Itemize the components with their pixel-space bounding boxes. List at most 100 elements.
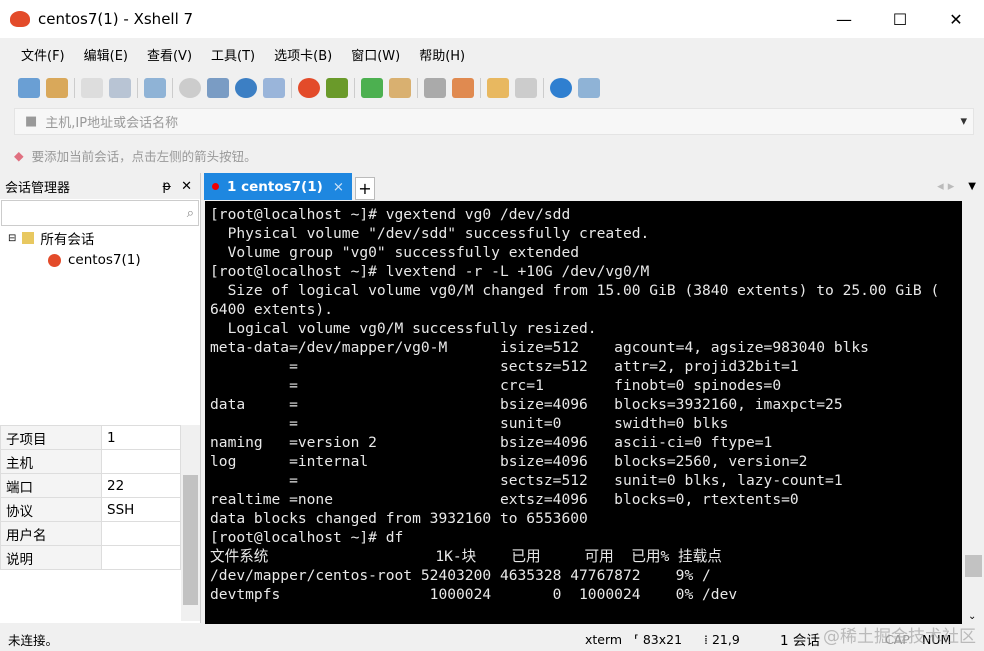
fullscreen-icon[interactable] xyxy=(361,78,383,98)
terminal-line: naming =version 2 bsize=4096 ascii-ci=0 … xyxy=(210,434,773,451)
open-folder-icon[interactable] xyxy=(46,78,68,98)
add-folder-icon[interactable] xyxy=(487,78,509,98)
add-session-hint: ◆ 要添加当前会话，点击左侧的箭头按钮。 xyxy=(14,143,257,167)
separator xyxy=(172,78,173,98)
property-key: 用户名 xyxy=(0,521,102,546)
terminal-line: data blocks changed from 3932160 to 6553… xyxy=(210,510,588,527)
minimize-button[interactable]: — xyxy=(816,0,872,38)
window-title: centos7(1) - Xshell 7 xyxy=(38,10,194,28)
transfer-icon[interactable] xyxy=(207,78,229,98)
terminal-type: xterm xyxy=(585,631,623,647)
terminal-size: ⸢ 83x21 xyxy=(634,631,683,647)
bookmark-arrow-icon[interactable]: ◆ xyxy=(14,148,24,163)
properties-scrollbar[interactable] xyxy=(181,425,200,621)
menu-edit[interactable]: 编辑(E) xyxy=(84,45,128,64)
menu-tabs[interactable]: 选项卡(B) xyxy=(274,45,332,64)
property-row: 子项目 1 xyxy=(0,425,181,450)
scroll-down-icon[interactable]: ⌄ xyxy=(968,611,976,622)
address-placeholder: 主机,IP地址或会话名称 xyxy=(45,116,179,131)
tree-item-centos7[interactable]: centos7(1) xyxy=(0,249,200,271)
collapse-icon[interactable]: ⊟ xyxy=(8,233,16,244)
property-row: 说明 xyxy=(0,545,181,570)
session-manager-panel: 会话管理器 ᵽ ✕ ⌕ ⊟ 所有会话 centos7(1) 子项目 1 主机 端口 22… xyxy=(0,173,201,623)
terminal-line: 6400 extents). xyxy=(210,301,334,318)
terminal-line: log =internal bsize=4096 blocks=2560, ve… xyxy=(210,453,808,470)
terminal-scrollbar[interactable]: ⌄ xyxy=(962,201,984,624)
keyboard-icon[interactable] xyxy=(424,78,446,98)
close-button[interactable]: ✕ xyxy=(928,0,984,38)
help-icon[interactable] xyxy=(550,78,572,98)
menu-file[interactable]: 文件(F) xyxy=(21,45,65,64)
session-tree: ⊟ 所有会话 centos7(1) xyxy=(0,227,200,271)
menu-bar: 文件(F) 编辑(E) 查看(V) 工具(T) 选项卡(B) 窗口(W) 帮助(… xyxy=(8,40,471,68)
property-value xyxy=(101,449,181,474)
property-key: 协议 xyxy=(0,497,102,522)
tab-scroll-left-icon[interactable]: ◂ ▸ xyxy=(937,179,954,194)
property-key: 说明 xyxy=(0,545,102,570)
close-panel-icon[interactable]: ✕ xyxy=(181,179,192,194)
terminal-line: [root@localhost ~]# lvextend -r -L +10G … xyxy=(210,263,650,280)
title-bar: centos7(1) - Xshell 7 — ☐ ✕ xyxy=(0,0,984,38)
tab-list-icon[interactable]: ▼ xyxy=(968,181,976,192)
property-row: 端口 22 xyxy=(0,473,181,498)
maximize-button[interactable]: ☐ xyxy=(872,0,928,38)
tree-item-all-sessions[interactable]: ⊟ 所有会话 xyxy=(0,227,200,249)
chat-icon[interactable] xyxy=(578,78,600,98)
terminal-output[interactable]: [root@localhost ~]# vgextend vg0 /dev/sd… xyxy=(205,201,962,624)
terminal-line: realtime =none extsz=4096 blocks=0, rtex… xyxy=(210,491,799,508)
session-icon xyxy=(48,253,61,267)
terminal-line: 文件系统 1K-块 已用 可用 已用% 挂载点 xyxy=(210,548,722,565)
separator xyxy=(137,78,138,98)
property-key: 端口 xyxy=(0,473,102,498)
folder-icon xyxy=(22,232,35,244)
session-properties: 子项目 1 主机 端口 22 协议 SSH 用户名 说明 xyxy=(0,425,200,621)
find-icon[interactable] xyxy=(179,78,201,98)
globe-icon[interactable] xyxy=(235,78,257,98)
terminal-line: [root@localhost ~]# df xyxy=(210,529,404,546)
pin-icon[interactable]: ᵽ xyxy=(162,179,171,194)
toolbar xyxy=(8,72,984,104)
tree-label: 所有会话 xyxy=(40,232,95,248)
property-key: 主机 xyxy=(0,449,102,474)
terminal-line: Volume group "vg0" successfully extended xyxy=(210,244,580,261)
menu-window[interactable]: 窗口(W) xyxy=(351,45,400,64)
lock-icon[interactable] xyxy=(389,78,411,98)
terminal-line: [root@localhost ~]# vgextend vg0 /dev/sd… xyxy=(210,206,571,223)
property-value xyxy=(101,545,181,570)
search-icon[interactable]: ⌕ xyxy=(187,206,194,221)
separator xyxy=(74,78,75,98)
disconnected-dot-icon xyxy=(212,183,219,190)
tab-close-button[interactable]: × xyxy=(333,179,344,195)
terminal-line: = sunit=0 swidth=0 blks xyxy=(210,415,729,432)
property-value: 1 xyxy=(101,425,181,450)
connect-icon[interactable] xyxy=(81,78,103,98)
menu-view[interactable]: 查看(V) xyxy=(147,45,192,64)
terminal-line: = sectsz=512 sunit=0 blks, lazy-count=1 xyxy=(210,472,843,489)
terminal-line: = crc=1 finobt=0 spinodes=0 xyxy=(210,377,782,394)
hint-text: 要添加当前会话，点击左侧的箭头按钮。 xyxy=(31,148,257,164)
add-tab-button[interactable]: + xyxy=(355,177,375,200)
xshell-icon[interactable] xyxy=(298,78,320,98)
menu-tools[interactable]: 工具(T) xyxy=(211,45,255,64)
xftp-icon[interactable] xyxy=(326,78,348,98)
properties-icon[interactable] xyxy=(144,78,166,98)
separator xyxy=(480,78,481,98)
menu-help[interactable]: 帮助(H) xyxy=(419,45,465,64)
terminal-line: Logical volume vg0/M successfully resize… xyxy=(210,320,597,337)
address-bar[interactable]: ■ 主机,IP地址或会话名称 ▾ xyxy=(14,108,974,135)
property-row: 协议 SSH xyxy=(0,497,181,522)
new-session-icon[interactable] xyxy=(18,78,40,98)
tab-centos7[interactable]: 1 centos7(1) × xyxy=(204,173,352,200)
property-row: 主机 xyxy=(0,449,181,474)
highlight-icon[interactable] xyxy=(452,78,474,98)
property-value xyxy=(101,521,181,546)
terminal-line: /dev/mapper/centos-root 52403200 4635328… xyxy=(210,567,711,584)
session-search-input[interactable]: ⌕ xyxy=(1,200,199,226)
tree-label: centos7(1) xyxy=(68,252,141,268)
property-key: 子项目 xyxy=(0,425,102,450)
chevron-down-icon[interactable]: ▾ xyxy=(960,114,967,129)
disconnect-icon[interactable] xyxy=(109,78,131,98)
session-count: 1 会话 xyxy=(780,633,820,649)
layout-icon[interactable] xyxy=(515,78,537,98)
font-icon[interactable] xyxy=(263,78,285,98)
